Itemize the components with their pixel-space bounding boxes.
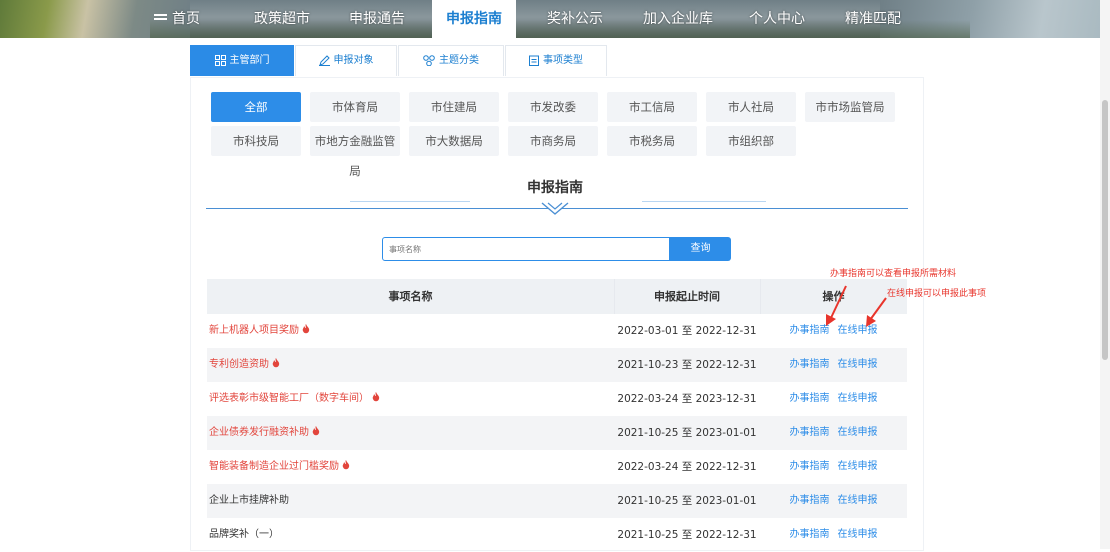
hot-flame-icon <box>372 392 380 402</box>
table-row: 专利创造资助 2021-10-23 至 2022-12-31 办事指南 在线申报 <box>207 348 907 382</box>
date-range: 2021-10-25 至 2023-01-01 <box>617 495 757 507</box>
table-row: 评选表彰市级智能工厂（数字车间） 2022-03-24 至 2023-12-31… <box>207 382 907 416</box>
subtab-label: 主管部门 <box>229 55 270 66</box>
grid-icon <box>214 55 226 66</box>
apply-link[interactable]: 在线申报 <box>838 393 878 404</box>
nav-guide[interactable]: 申报指南 <box>432 0 516 38</box>
guide-link[interactable]: 办事指南 <box>790 495 830 506</box>
annotation-arrow-icon <box>866 297 887 327</box>
apply-link[interactable]: 在线申报 <box>838 359 878 370</box>
guide-link[interactable]: 办事指南 <box>790 427 830 438</box>
row-actions: 办事指南 在线申报 <box>760 416 907 450</box>
search-button[interactable]: 查询 <box>670 237 731 261</box>
hot-flame-icon <box>302 324 310 334</box>
subtab-topic[interactable]: 主题分类 <box>398 45 504 76</box>
nav-award-publicity[interactable]: 奖补公示 <box>540 0 610 38</box>
row-actions: 办事指南 在线申报 <box>760 348 907 382</box>
item-name-link[interactable]: 评选表彰市级智能工厂（数字车间） <box>209 382 380 416</box>
nav-announcement[interactable]: 申报通告 <box>343 0 411 38</box>
header-date-range: 申报起止时间 <box>654 290 720 303</box>
table-row: 企业债券发行融资补助 2021-10-25 至 2023-01-01 办事指南在… <box>207 416 907 450</box>
row-actions: 办事指南 在线申报 <box>760 450 907 484</box>
table-header: 事项名称 申报起止时间 操作 <box>207 279 907 314</box>
nav-precise-match[interactable]: 精准匹配 <box>838 0 908 38</box>
guide-link[interactable]: 办事指南 <box>790 529 830 540</box>
guide-link[interactable]: 办事指南 <box>790 359 830 370</box>
item-name-link[interactable]: 专利创造资助 <box>209 348 280 382</box>
row-actions: 办事指南 在线申报 <box>760 382 907 416</box>
apply-link[interactable]: 在线申报 <box>838 427 878 438</box>
header-item-name: 事项名称 <box>388 290 433 303</box>
subtab-label: 事项类型 <box>543 55 583 66</box>
dept-development[interactable]: 市发改委 <box>508 92 598 122</box>
section-title: 申报指南 <box>527 180 583 196</box>
clipboard-icon <box>529 55 539 66</box>
dept-tax[interactable]: 市税务局 <box>607 126 697 156</box>
dept-finance[interactable]: 市地方金融监管局 <box>310 126 400 178</box>
item-name-link[interactable]: 企业上市挂牌补助 <box>209 484 289 518</box>
main-nav: 首页 政策超市 申报通告 申报指南 奖补公示 加入企业库 个人中心 精准匹配 <box>0 0 1110 38</box>
item-name-link[interactable]: 企业债券发行融资补助 <box>209 416 320 450</box>
apply-link[interactable]: 在线申报 <box>838 461 878 472</box>
table-row: 品牌奖补（一） 2021-10-25 至 2022-12-31 办事指南 在线申报 <box>207 518 907 549</box>
title-deco-line-left <box>350 201 470 202</box>
share-icon <box>423 55 435 67</box>
table-row: 新上机器人项目奖励 2022-03-01 至 2022-12-31 办事指南 在线… <box>207 314 907 348</box>
chevron-down-icon <box>541 202 569 215</box>
page-scrollbar[interactable] <box>1100 0 1110 549</box>
nav-policy-market[interactable]: 政策超市 <box>248 0 316 38</box>
nav-join-enterprise[interactable]: 加入企业库 <box>636 0 720 38</box>
row-actions: 办事指南 在线申报 <box>760 484 907 518</box>
subtab-type[interactable]: 事项类型 <box>505 45 607 76</box>
dept-bigdata[interactable]: 市大数据局 <box>409 126 499 156</box>
dept-market[interactable]: 市市场监管局 <box>805 92 895 122</box>
title-deco-line-right <box>642 201 766 202</box>
table-row: 智能装备制造企业过门槛奖励 2022-03-24 至 2022-12-31 办事… <box>207 450 907 484</box>
hot-flame-icon <box>342 460 350 470</box>
nav-personal-center[interactable]: 个人中心 <box>742 0 812 38</box>
dept-all[interactable]: 全部 <box>211 92 301 122</box>
date-range: 2022-03-24 至 2022-12-31 <box>617 461 757 473</box>
subtab-department[interactable]: 主管部门 <box>190 45 294 76</box>
home-icon <box>154 14 167 20</box>
nav-home[interactable]: 首页 <box>168 0 204 38</box>
hot-flame-icon <box>272 358 280 368</box>
annotation-apply-note: 在线申报可以申报此事项 <box>887 289 987 299</box>
dept-science[interactable]: 市科技局 <box>211 126 301 156</box>
guide-link[interactable]: 办事指南 <box>790 393 830 404</box>
date-range: 2021-10-25 至 2022-12-31 <box>617 529 757 541</box>
scrollbar-thumb[interactable] <box>1102 100 1108 360</box>
hot-flame-icon <box>312 426 320 436</box>
dept-organization[interactable]: 市组织部 <box>706 126 796 156</box>
item-name-link[interactable]: 新上机器人项目奖励 <box>209 314 310 348</box>
date-range: 2022-03-01 至 2022-12-31 <box>617 325 757 337</box>
annotation-guide-note: 办事指南可以查看申报所需材料 <box>830 269 957 279</box>
date-range: 2021-10-25 至 2023-01-01 <box>617 427 757 439</box>
apply-link[interactable]: 在线申报 <box>838 529 878 540</box>
item-name-link[interactable]: 智能装备制造企业过门槛奖励 <box>209 450 350 484</box>
item-name-link[interactable]: 品牌奖补（一） <box>209 518 279 552</box>
dept-commerce[interactable]: 市商务局 <box>508 126 598 156</box>
search-input[interactable] <box>382 237 670 261</box>
dept-housing[interactable]: 市住建局 <box>409 92 499 122</box>
table-row: 企业上市挂牌补助 2021-10-25 至 2023-01-01 办事指南 在线申… <box>207 484 907 518</box>
guide-link[interactable]: 办事指南 <box>790 461 830 472</box>
pen-icon <box>318 55 330 66</box>
date-range: 2021-10-23 至 2022-12-31 <box>617 359 757 371</box>
row-actions: 办事指南 在线申报 <box>760 518 907 552</box>
subtab-label: 申报对象 <box>333 55 374 66</box>
subtab-target[interactable]: 申报对象 <box>295 45 397 76</box>
dept-hr[interactable]: 市人社局 <box>706 92 796 122</box>
subtab-label: 主题分类 <box>439 55 479 66</box>
dept-industry[interactable]: 市工信局 <box>607 92 697 122</box>
dept-sports[interactable]: 市体育局 <box>310 92 400 122</box>
date-range: 2022-03-24 至 2023-12-31 <box>617 393 757 405</box>
apply-link[interactable]: 在线申报 <box>838 495 878 506</box>
